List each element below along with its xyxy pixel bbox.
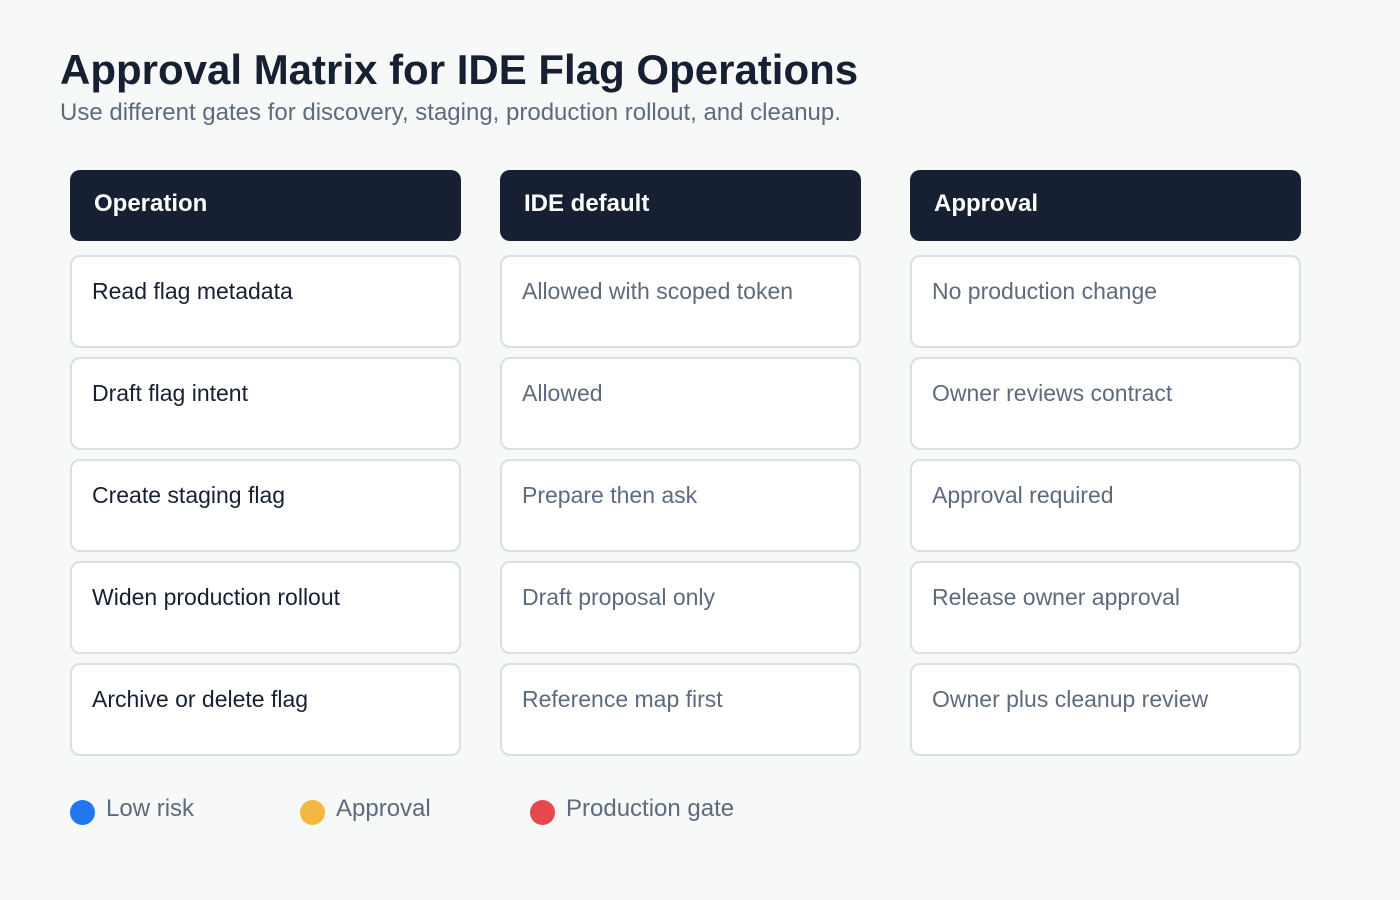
legend-label: Approval [336, 795, 431, 822]
legend-label: Low risk [106, 795, 195, 822]
legend: Low risk Approval Production gate [70, 795, 870, 827]
matrix-cell: Draft flag intent [70, 357, 461, 450]
legend-dot-icon [530, 800, 555, 825]
column-header-operation: Operation [70, 170, 461, 241]
matrix-cell: No production change [910, 255, 1301, 348]
column-header-ide-default: IDE default [500, 170, 861, 241]
matrix-cell: Release owner approval [910, 561, 1301, 654]
matrix-cell: Owner plus cleanup review [910, 663, 1301, 756]
legend-label: Production gate [566, 795, 735, 822]
legend-dot-icon [300, 800, 325, 825]
matrix-cell: Reference map first [500, 663, 861, 756]
page-subtitle: Use different gates for discovery, stagi… [60, 99, 841, 126]
matrix-cell: Prepare then ask [500, 459, 861, 552]
column-header-approval: Approval [910, 170, 1301, 241]
page-title: Approval Matrix for IDE Flag Operations [60, 46, 859, 93]
matrix-cell: Approval required [910, 459, 1301, 552]
matrix-cell: Allowed [500, 357, 861, 450]
matrix-cell: Archive or delete flag [70, 663, 461, 756]
column-approval: Approval No production change Owner revi… [910, 170, 1301, 756]
column-operation: Operation Read flag metadata Draft flag … [70, 170, 461, 756]
matrix-cell: Draft proposal only [500, 561, 861, 654]
matrix-cell: Allowed with scoped token [500, 255, 861, 348]
matrix-cell: Read flag metadata [70, 255, 461, 348]
matrix-cell: Create staging flag [70, 459, 461, 552]
legend-dot-icon [70, 800, 95, 825]
matrix-cell: Owner reviews contract [910, 357, 1301, 450]
matrix-cell: Widen production rollout [70, 561, 461, 654]
column-ide-default: IDE default Allowed with scoped token Al… [500, 170, 861, 756]
